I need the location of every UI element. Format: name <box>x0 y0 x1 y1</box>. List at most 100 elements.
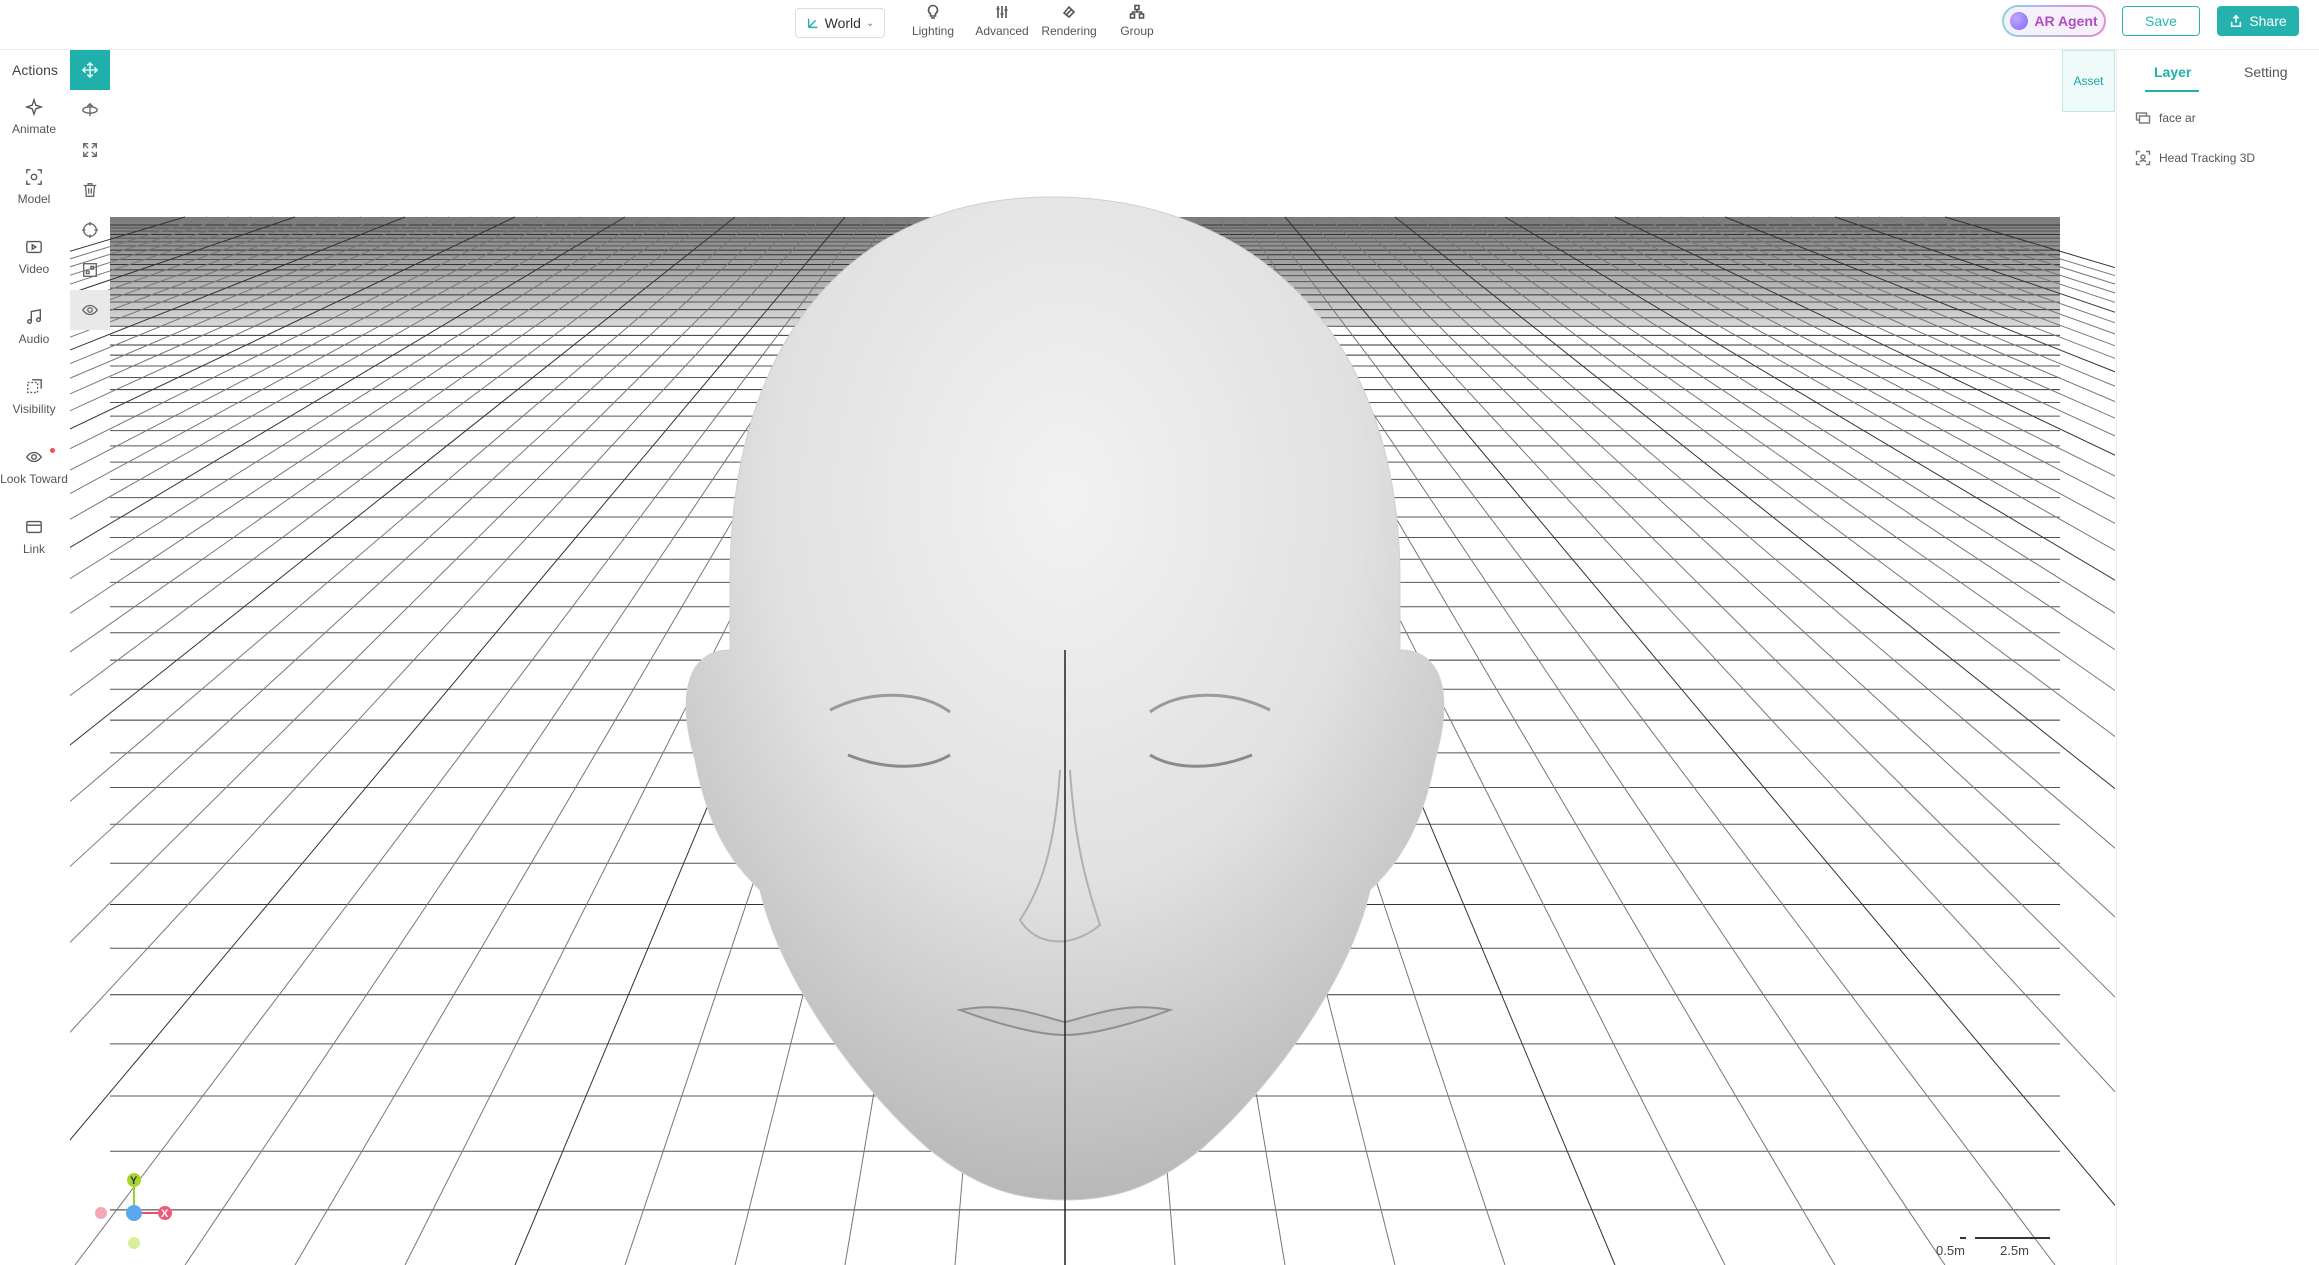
grid-line <box>1548 216 2115 524</box>
ar-agent-inner: AR Agent <box>2004 7 2104 35</box>
tracking-icon <box>2135 150 2151 166</box>
neg-x-handle[interactable] <box>95 1207 107 1219</box>
frame-tool[interactable] <box>70 250 110 290</box>
top-toolbar: World ⌄ Lighting Advanced Rendering Grou… <box>0 0 2319 50</box>
action-animate[interactable]: Animate <box>0 98 68 136</box>
advanced-label: Advanced <box>975 24 1029 38</box>
grid-line <box>70 216 450 379</box>
action-label: Link <box>22 542 45 556</box>
scene-canvas[interactable]: 0.5m 2.5m Y X <box>70 50 2115 1265</box>
action-video[interactable]: Video <box>0 238 68 276</box>
actions-title: Actions <box>12 62 58 78</box>
move-icon <box>81 61 99 79</box>
grid-line <box>1900 216 2115 285</box>
grid-line <box>1724 216 2115 373</box>
sparkle-icon <box>25 98 43 116</box>
y-axis-label: Y <box>130 1175 138 1187</box>
rendering-label: Rendering <box>1041 24 1097 38</box>
scale-large-label: 2.5m <box>2000 1243 2029 1258</box>
neg-y-handle[interactable] <box>128 1237 140 1249</box>
grid-line <box>70 216 494 412</box>
share-button[interactable]: Share <box>2217 6 2299 36</box>
grid-line <box>1768 216 2115 347</box>
video-icon <box>26 240 42 254</box>
scale-icon <box>83 143 97 157</box>
tab-layer[interactable]: Layer <box>2154 64 2191 80</box>
action-look-toward[interactable]: Look Toward <box>0 448 68 486</box>
action-visibility[interactable]: Visibility <box>0 378 68 416</box>
space-select[interactable]: World ⌄ <box>795 8 885 38</box>
action-audio[interactable]: Audio <box>0 308 68 346</box>
z-axis-handle[interactable] <box>126 1205 142 1221</box>
tab-setting[interactable]: Setting <box>2244 64 2288 80</box>
lighting-button[interactable]: Lighting <box>893 4 973 38</box>
move-tool[interactable] <box>70 50 110 90</box>
lighting-label: Lighting <box>911 24 955 38</box>
save-button[interactable]: Save <box>2122 6 2200 36</box>
grid-line <box>70 216 472 395</box>
right-panel: Layer Setting face ar Head Tracking 3D <box>2116 50 2319 1265</box>
layer-item[interactable]: face ar <box>2135 110 2196 126</box>
eye-icon <box>82 304 98 316</box>
grid-line <box>1438 216 2115 692</box>
grid-line <box>70 216 626 549</box>
grid-line <box>1834 216 2115 313</box>
grid-line <box>1526 216 2115 552</box>
share-icon <box>2231 14 2242 28</box>
grid-line <box>1878 216 2115 294</box>
chevron-down-icon: ⌄ <box>865 17 875 29</box>
grid-line <box>70 216 406 351</box>
bulb-icon <box>893 4 973 24</box>
action-label: Look Toward <box>0 472 68 486</box>
action-label: Animate <box>11 122 57 136</box>
scale-tool[interactable] <box>70 130 110 170</box>
eye-tool[interactable] <box>70 290 110 330</box>
grid-line <box>70 216 296 295</box>
grid-line <box>1944 216 2115 269</box>
rotate-icon <box>82 102 98 117</box>
grid-line <box>1328 216 2115 998</box>
grid-line <box>1812 216 2115 324</box>
group-label: Group <box>1120 24 1154 38</box>
grid-line <box>70 216 692 653</box>
layer-label: face ar <box>2159 111 2196 125</box>
ar-agent-button[interactable]: AR Agent <box>2002 5 2106 37</box>
space-select-value: World <box>824 15 861 31</box>
scale-bar: 0.5m 2.5m <box>1936 1237 2050 1258</box>
grid-line <box>1482 216 2115 614</box>
grid-line <box>70 216 428 365</box>
grid-line <box>70 216 560 471</box>
grid-line <box>70 216 274 285</box>
scale-small-label: 0.5m <box>1936 1243 1965 1258</box>
3d-viewport[interactable]: 0.5m 2.5m Y X <box>70 50 2115 1265</box>
grid-line <box>70 216 714 697</box>
grid-line <box>1394 216 2115 790</box>
action-label: Audio <box>18 332 50 346</box>
focus-icon <box>81 221 99 239</box>
delete-tool[interactable] <box>70 170 110 210</box>
music-icon <box>27 308 41 324</box>
group-button[interactable]: Group <box>1097 4 1177 38</box>
grid-line <box>70 216 736 746</box>
grid-line <box>1460 216 2115 651</box>
action-link[interactable]: Link <box>0 518 68 556</box>
link-icon <box>26 520 42 534</box>
asset-tab[interactable]: Asset <box>2062 50 2115 112</box>
rotate-tool[interactable] <box>70 90 110 130</box>
grid-line <box>70 216 780 868</box>
delete-icon <box>83 183 97 197</box>
grid-line <box>70 216 340 315</box>
visibility-icon <box>27 379 42 394</box>
action-label: Visibility <box>12 402 56 416</box>
model-icon <box>26 169 42 185</box>
axis-gizmo[interactable]: Y X <box>95 1173 172 1249</box>
transform-tools <box>70 50 110 330</box>
action-model[interactable]: Model <box>0 168 68 206</box>
active-tab-indicator <box>2145 90 2199 92</box>
focus-tool[interactable] <box>70 210 110 250</box>
grid-line <box>70 216 516 430</box>
layer-item[interactable]: Head Tracking 3D <box>2135 150 2255 166</box>
grid-line <box>1372 216 2115 849</box>
grid-line <box>1658 216 2115 419</box>
grid-line <box>70 216 758 803</box>
